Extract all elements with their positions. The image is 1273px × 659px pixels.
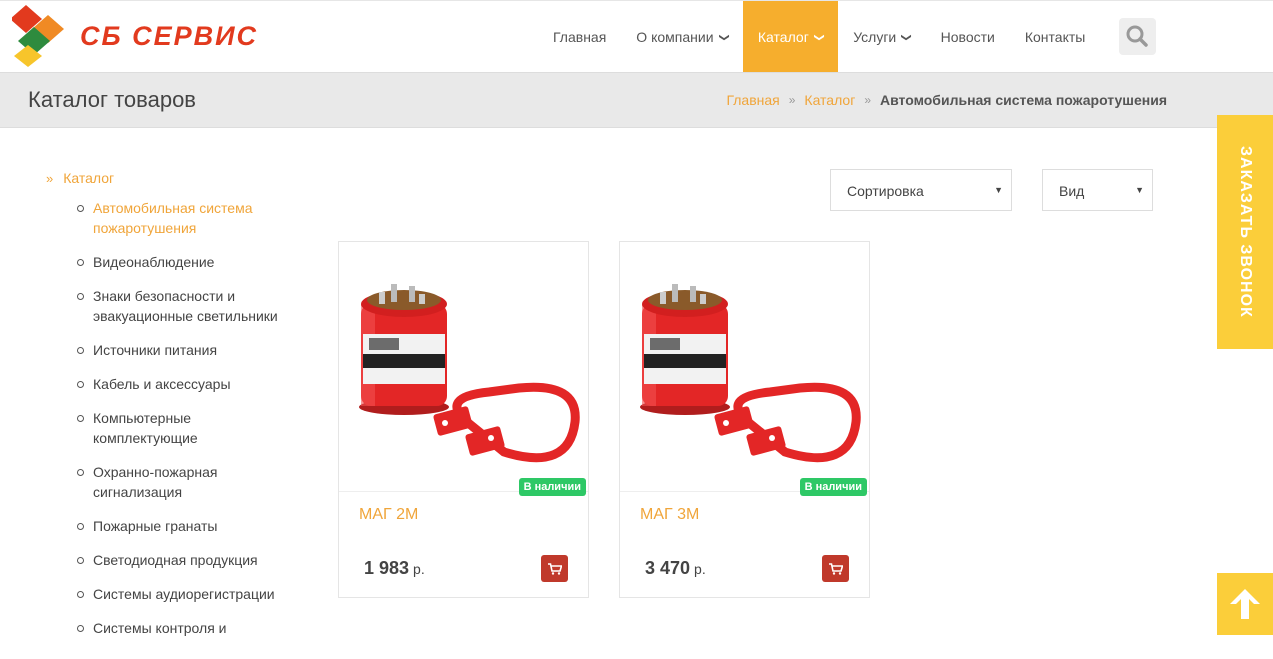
chevron-down-icon: ❯ (813, 32, 825, 42)
add-to-cart-button[interactable] (541, 555, 568, 582)
sort-select-value: Сортировка (847, 183, 924, 199)
price-currency: р. (694, 561, 706, 577)
breadcrumb-current: Автомобильная система пожаротушения (880, 92, 1167, 108)
sidebar-item-video[interactable]: Видеонаблюдение (76, 252, 291, 272)
breadcrumb-separator-icon: » (864, 93, 872, 107)
nav-about[interactable]: О компании ❯ (621, 1, 743, 73)
chevron-down-icon: ❯ (718, 32, 730, 42)
double-chevron-right-icon: » (46, 170, 54, 186)
nav-news[interactable]: Новости (926, 1, 1010, 73)
sidebar-item-computer[interactable]: Компьютерные комплектующие (76, 408, 291, 448)
product-image[interactable] (339, 242, 588, 492)
sidebar-item-auto-fire[interactable]: Автомобильная система пожаротушения (76, 198, 291, 238)
sidebar-item-led[interactable]: Светодиодная продукция (76, 550, 291, 570)
sidebar-item-alarm[interactable]: Охранно-пожарная сигнализация (76, 462, 291, 502)
stock-badge: В наличии (799, 478, 867, 496)
nav-home[interactable]: Главная (538, 1, 621, 73)
logo-mark-icon (12, 5, 64, 67)
site-header: СБ СЕРВИС Главная О компании ❯ Каталог ❯… (0, 0, 1273, 73)
breadcrumb-separator-icon: » (788, 93, 796, 107)
fire-extinguisher-module-image (640, 284, 861, 463)
nav-about-label: О компании (636, 29, 714, 45)
logo-text: СБ СЕРВИС (80, 21, 259, 51)
stock-badge: В наличии (518, 478, 586, 496)
caret-down-icon: ▼ (994, 185, 1003, 195)
main-nav: Главная О компании ❯ Каталог ❯ Услуги ❯ … (538, 1, 1100, 73)
sidebar-item-access[interactable]: Системы контроля и (76, 618, 291, 638)
nav-news-label: Новости (940, 29, 995, 45)
callback-button[interactable]: ЗАКАЗАТЬ ЗВОНОК (1217, 115, 1273, 349)
sidebar-item-signs[interactable]: Знаки безопасности и эвакуационные свети… (76, 286, 291, 326)
cart-icon (547, 562, 562, 575)
view-select-value: Вид (1059, 183, 1085, 199)
price-value: 1 983 (364, 558, 410, 578)
nav-catalog[interactable]: Каталог ❯ (742, 1, 839, 73)
product-image[interactable] (620, 242, 869, 492)
nav-home-label: Главная (553, 29, 607, 45)
product-name[interactable]: МАГ 3М (640, 506, 699, 524)
sidebar-item-cable[interactable]: Кабель и аксессуары (76, 374, 291, 394)
search-button[interactable] (1119, 18, 1156, 55)
fire-extinguisher-module-image (359, 284, 580, 463)
page-title: Каталог товаров (28, 87, 196, 112)
search-icon (1126, 25, 1148, 47)
nav-catalog-label: Каталог (757, 29, 809, 45)
product-name[interactable]: МАГ 2М (359, 506, 418, 524)
product-card[interactable]: В наличии МАГ 2М 1 983 р. (338, 241, 589, 598)
sidebar-item-audio[interactable]: Системы аудиорегистрации (76, 584, 291, 604)
add-to-cart-button[interactable] (822, 555, 849, 582)
cart-icon (828, 562, 843, 575)
caret-down-icon: ▼ (1135, 185, 1144, 195)
sidebar-root-label: Каталог (63, 170, 115, 186)
price-currency: р. (413, 561, 425, 577)
title-bar: Каталог товаров Главная » Каталог » Авто… (0, 72, 1273, 128)
product-price: 1 983 р. (364, 558, 425, 579)
nav-services-label: Услуги (853, 29, 897, 45)
logo[interactable]: СБ СЕРВИС (12, 5, 312, 67)
nav-services[interactable]: Услуги ❯ (838, 1, 925, 73)
nav-contacts[interactable]: Контакты (1010, 1, 1100, 73)
view-select[interactable]: Вид ▼ (1042, 169, 1153, 211)
scroll-to-top-button[interactable] (1217, 573, 1273, 635)
sidebar-root[interactable]: » Каталог (46, 170, 296, 186)
catalog-sidebar: » Каталог Автомобильная система пожароту… (46, 170, 296, 652)
price-value: 3 470 (645, 558, 691, 578)
sidebar-item-power[interactable]: Источники питания (76, 340, 291, 360)
chevron-down-icon: ❯ (900, 32, 912, 42)
breadcrumb-catalog[interactable]: Каталог (804, 92, 855, 108)
product-card[interactable]: В наличии МАГ 3М 3 470 р. (619, 241, 870, 598)
sidebar-list: Автомобильная система пожаротушения Виде… (46, 198, 296, 638)
product-price: 3 470 р. (645, 558, 706, 579)
arrow-up-icon (1230, 589, 1260, 619)
breadcrumb-home[interactable]: Главная (726, 92, 779, 108)
sort-select[interactable]: Сортировка ▼ (830, 169, 1012, 211)
sidebar-item-grenades[interactable]: Пожарные гранаты (76, 516, 291, 536)
callback-label: ЗАКАЗАТЬ ЗВОНОК (1237, 146, 1254, 318)
breadcrumb: Главная » Каталог » Автомобильная систем… (726, 92, 1167, 108)
nav-contacts-label: Контакты (1024, 29, 1086, 45)
